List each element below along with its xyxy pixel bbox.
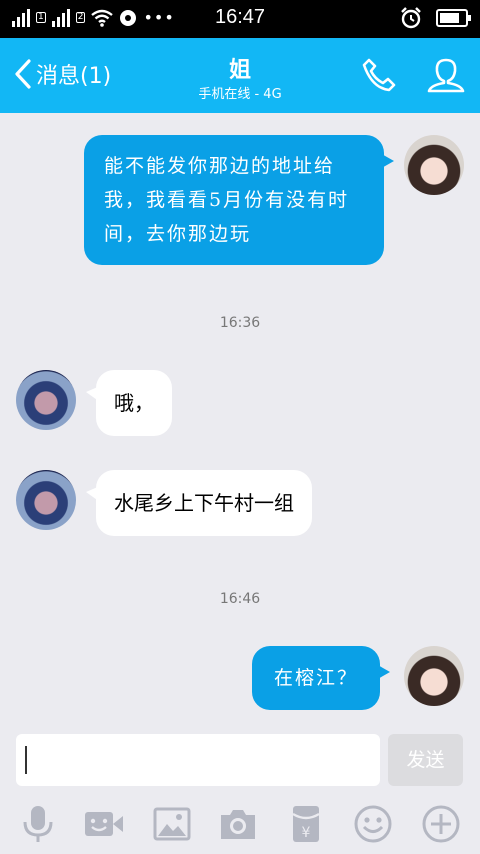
chat-header: 消息(1) 姐 手机在线 - 4G	[0, 38, 480, 113]
timestamp: 16:46	[219, 591, 261, 607]
battery-icon	[436, 9, 471, 27]
message-bubble-outgoing[interactable]: 在榕江？	[252, 646, 391, 710]
camera-icon[interactable]	[218, 804, 258, 844]
image-icon[interactable]	[152, 804, 192, 844]
status-bar: 1 2 ••• 16:47	[0, 0, 480, 38]
contact-avatar[interactable]	[16, 370, 76, 430]
send-button[interactable]: 发送	[388, 734, 463, 786]
emoji-icon[interactable]	[353, 804, 393, 844]
red-packet-icon[interactable]: ¥	[286, 804, 326, 844]
message-input[interactable]	[16, 734, 380, 786]
video-icon[interactable]	[84, 804, 124, 844]
message-bubble-incoming[interactable]: 水尾乡上下午村一组	[86, 470, 312, 536]
composer: 发送 ¥	[0, 724, 480, 854]
plus-icon[interactable]	[421, 804, 461, 844]
contact-name: 姐	[228, 58, 251, 83]
message-list[interactable]: 能不能发你那边的地址给我，我看看5月份有没有时间，去你那边玩 16:36 哦， …	[0, 113, 480, 724]
composer-toolbar: ¥	[0, 804, 480, 844]
timestamp: 16:36	[219, 315, 261, 331]
contact-avatar[interactable]	[16, 470, 76, 530]
message-bubble-incoming[interactable]: 哦，	[86, 370, 172, 436]
message-bubble-outgoing[interactable]: 能不能发你那边的地址给我，我看看5月份有没有时间，去你那边玩	[84, 135, 394, 265]
profile-icon[interactable]	[426, 56, 466, 96]
my-avatar[interactable]	[404, 646, 464, 706]
svg-text:¥: ¥	[302, 825, 311, 841]
alarm-icon	[401, 7, 421, 29]
my-avatar[interactable]	[404, 135, 464, 195]
microphone-icon[interactable]	[18, 804, 58, 844]
phone-icon[interactable]	[360, 56, 398, 94]
text-caret	[25, 746, 27, 774]
online-status: 手机在线 - 4G	[198, 87, 282, 102]
